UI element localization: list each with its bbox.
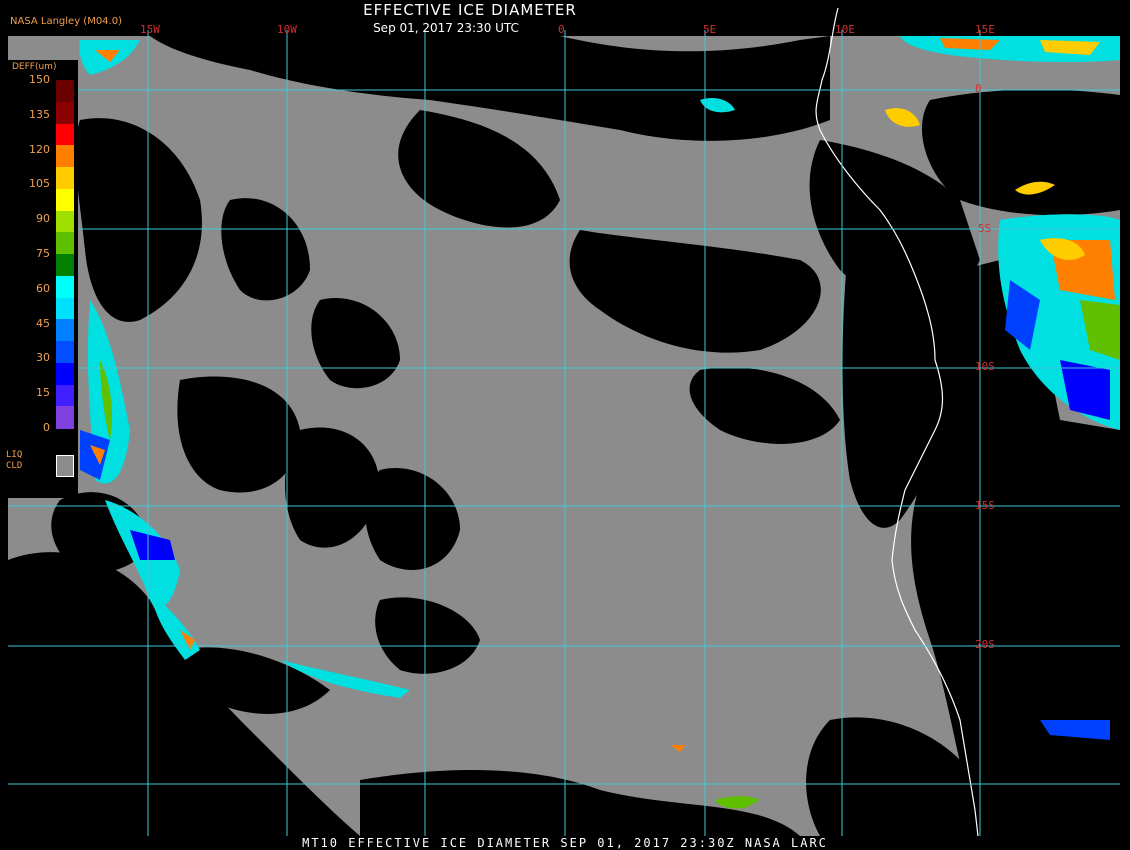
legend-tick: 0 [43,421,50,434]
liquid-cloud-swatch [56,455,74,477]
legend-swatch [56,362,74,385]
lon-label-0: 0 [558,23,565,36]
legend-tick: 75 [36,247,50,260]
map-timestamp: Sep 01, 2017 23:30 UTC [373,21,519,35]
legend-swatch [56,254,74,277]
legend-swatch [56,275,74,298]
map-title: EFFECTIVE ICE DIAMETER [363,1,577,19]
footer-caption: MT10 EFFECTIVE ICE DIAMETER SEP 01, 2017… [302,836,828,850]
lon-label-5e: 5E [703,23,717,36]
legend-swatch [56,384,74,407]
legend-tick: 105 [29,177,50,191]
legend-swatch [56,297,74,320]
legend-tick: 30 [36,351,50,365]
agency-label: NASA Langley (M04.0) [10,16,122,27]
legend-tick: 120 [29,142,50,156]
liquid-cloud-label: LIQ CLD [6,450,22,472]
liquid-label-line2: CLD [6,461,23,471]
lon-label-15w: 15W [140,23,160,36]
lat-label-5s: 5S [978,222,992,235]
legend-swatch [56,341,74,364]
lat-label-15s: 15S [975,499,995,512]
legend-swatch [56,167,74,190]
legend-tick: 90 [36,212,50,226]
lat-label-20s: 20S [975,638,995,651]
legend-swatch [56,145,74,168]
legend-swatch [56,101,74,124]
legend-swatch [56,406,74,429]
lat-label-0: 0 [975,82,982,95]
legend-tick: 135 [29,107,50,121]
legend-tick: 45 [36,316,50,330]
lon-label-10e: 10E [835,23,855,36]
legend-swatch [56,210,74,233]
legend-tick: 150 [29,73,50,86]
color-legend: DEFF(um) 150 135 120 105 90 75 60 45 30 15 0 LIQ C… [6,60,78,498]
lon-label-15e: 15E [975,23,995,36]
legend-title: DEFF(um) [12,62,57,72]
lon-label-10w: 10W [277,23,297,36]
legend-swatch [56,80,74,103]
legend-swatch [56,232,74,255]
liquid-label-line1: LIQ [6,450,23,460]
lat-label-10s: 10S [975,360,995,373]
legend-tick: 60 [36,281,50,295]
legend-swatch [56,123,74,146]
legend-swatch [56,188,74,211]
legend-swatch [56,319,74,342]
legend-tick: 15 [36,386,50,400]
satellite-map [8,7,1120,837]
